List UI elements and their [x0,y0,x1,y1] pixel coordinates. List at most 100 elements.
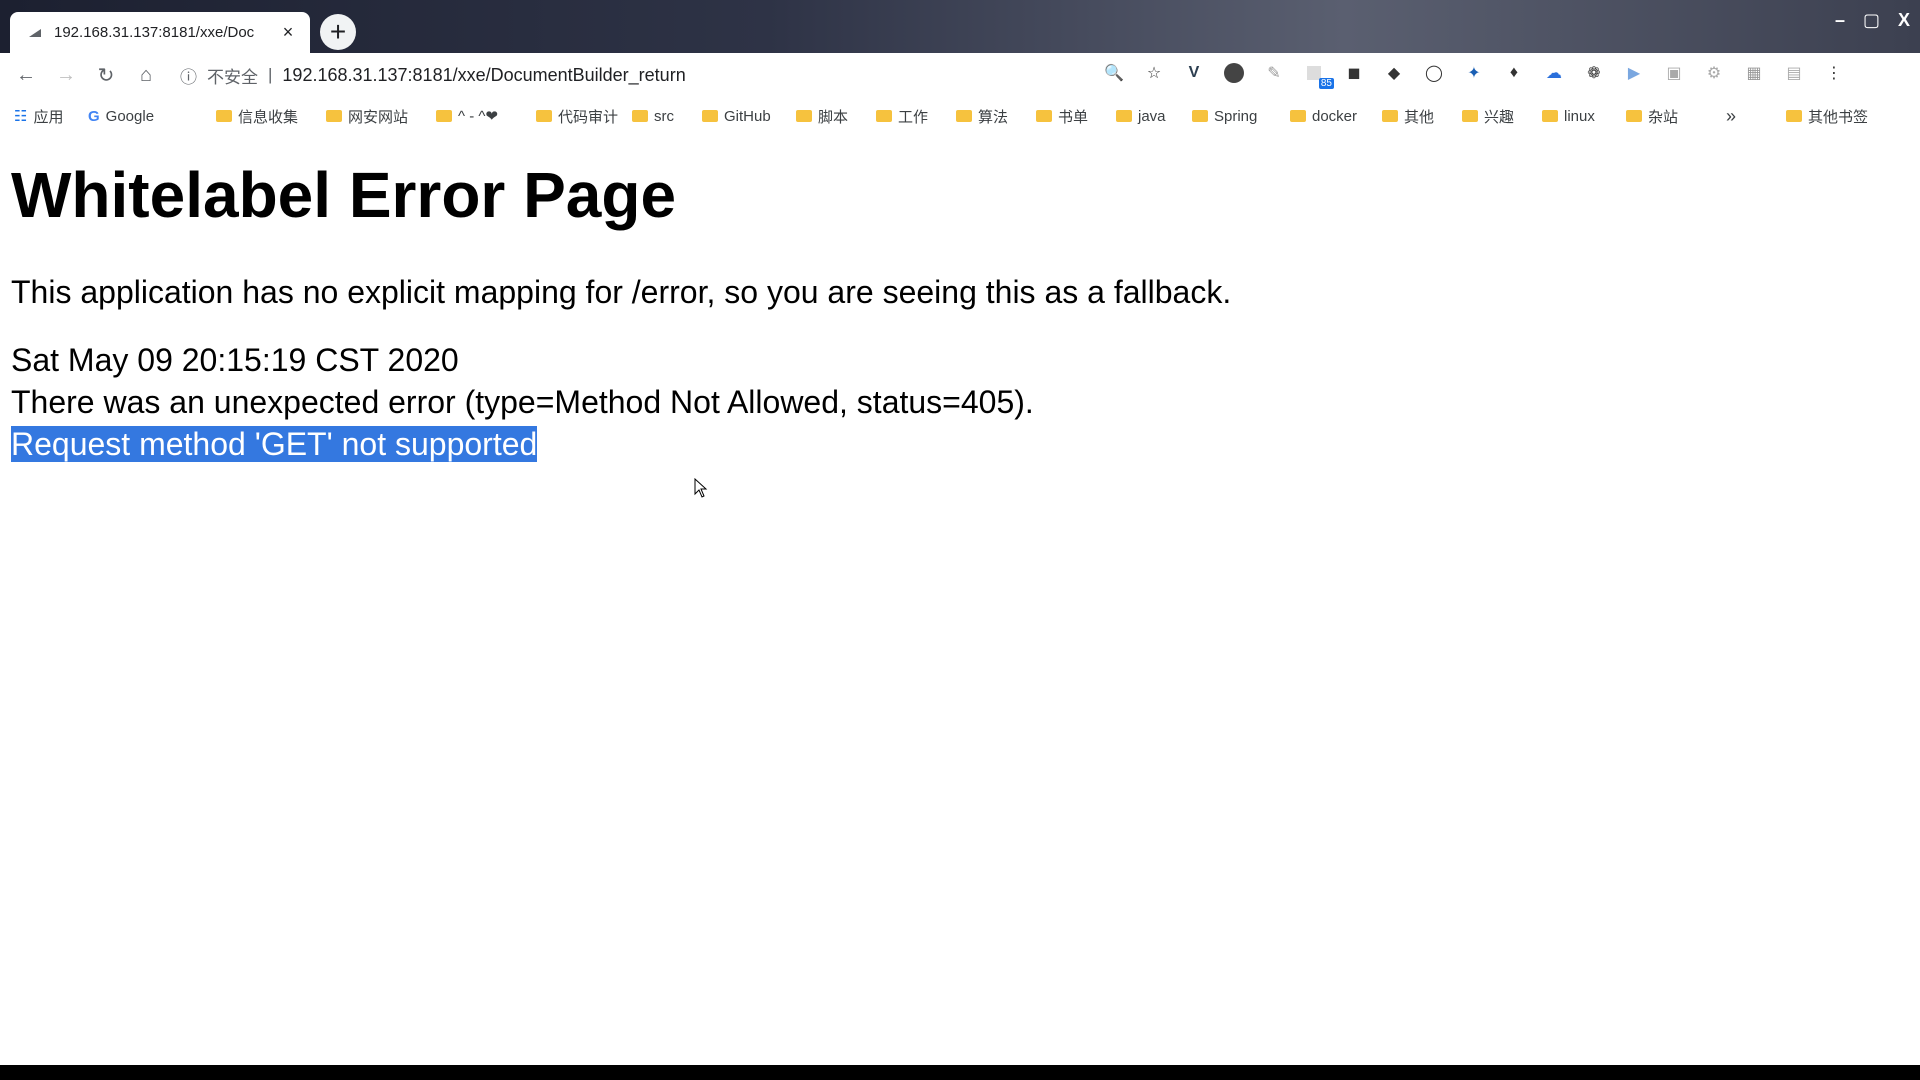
folder-icon [1382,110,1398,122]
info-icon[interactable]: ⓘ [180,63,197,88]
extension-badge: 85 [1318,78,1334,89]
bookmark-folder[interactable]: ^ - ^❤ [436,107,536,125]
bookmark-folder[interactable]: 书单 [1036,106,1116,127]
new-tab-button[interactable]: + [320,14,356,50]
tab-close-icon[interactable]: × [278,22,298,43]
browser-title-bar: 192.168.31.137:8181/xxe/Doc × + – ▢ X [0,0,1920,53]
bookmark-label: GitHub [724,107,771,125]
minimize-button[interactable]: – [1835,10,1845,31]
bookmark-apps[interactable]: ☷ 应用 [14,106,88,127]
bookmark-label: ^ - ^❤ [458,108,498,125]
other-bookmarks-label: 其他书签 [1808,108,1869,126]
browser-tab[interactable]: 192.168.31.137:8181/xxe/Doc × [10,12,310,53]
bookmark-label: Spring [1214,107,1258,125]
bookmark-label: 工作 [898,108,929,126]
reload-icon[interactable]: ↻ [86,57,126,93]
gear-extension-icon[interactable]: ⚙ [1700,59,1728,87]
maximize-button[interactable]: ▢ [1863,10,1880,31]
error-timestamp: Sat May 09 20:15:19 CST 2020 [11,341,459,378]
bookmarks-bar: ☷ 应用 G Google 信息收集 网安网站 ^ - ^❤ 代码审计 src … [0,97,1920,135]
forward-arrow-icon[interactable]: → [46,57,86,93]
bookmark-folder[interactable]: docker [1290,108,1382,125]
bookmark-folder[interactable]: linux [1542,108,1626,125]
play-extension-icon[interactable]: ▶ [1620,59,1648,87]
bookmarks-overflow-button[interactable]: » [1726,106,1786,127]
bookmark-folder[interactable]: 网安网站 [326,106,436,127]
security-label[interactable]: 不安全 [207,63,258,88]
tab-extension-icon[interactable]: ▤ [1780,59,1808,87]
bookmark-folder[interactable]: GitHub [702,108,796,125]
cube-extension-icon[interactable]: ◼ [1340,59,1368,87]
folder-icon [436,110,452,122]
error-type: There was an unexpected error (type=Meth… [11,383,1034,420]
bookmark-label: 网安网站 [348,108,409,126]
folder-icon [1462,110,1478,122]
dark-diamond-extension-icon[interactable]: ♦ [1500,59,1528,87]
bookmark-folder[interactable]: 脚本 [796,106,876,127]
apps-grid-icon: ☷ [14,108,28,125]
error-detail-selected: Request method 'GET' not supported [11,425,538,462]
bookmark-folder[interactable]: 信息收集 [216,106,326,127]
page-favicon-icon [26,24,44,42]
adblock-icon[interactable] [1220,59,1248,87]
diamond-extension-icon[interactable]: ◆ [1380,59,1408,87]
mouse-cursor-icon [694,478,708,498]
error-details: Sat May 09 20:15:19 CST 2020 There was a… [11,339,1920,465]
puzzle-extension-icon[interactable]: ▣ [1660,59,1688,87]
bookmark-label: 脚本 [818,108,849,126]
bookmark-label: 杂站 [1648,108,1679,126]
browser-toolbar: ← → ↻ ⌂ ⓘ 不安全 | 🔍 ☆ V ✎ 85 ◼ ◆ ◯ ✦ ♦ ☁ ❁… [0,53,1920,97]
folder-icon [1290,110,1306,122]
cloud-extension-icon[interactable]: ☁ [1540,59,1568,87]
bookmark-folder[interactable]: Spring [1192,108,1290,125]
menu-kebab-icon[interactable]: ⋮ [1820,59,1848,87]
folder-icon [632,110,648,122]
folder-icon [1542,110,1558,122]
bookmark-label: Google [105,107,155,125]
folder-icon [1626,110,1642,122]
grid-extension-icon[interactable]: ▦ [1740,59,1768,87]
error-message: This application has no explicit mapping… [11,273,1232,310]
folder-icon [956,110,972,122]
vue-devtools-icon[interactable]: V [1180,59,1208,87]
bookmark-star-icon[interactable]: ☆ [1140,59,1168,87]
separator: | [268,65,273,84]
folder-icon [1116,110,1132,122]
bookmark-label: 兴趣 [1484,108,1515,126]
bookmark-label: java [1138,107,1166,125]
bookmark-folder[interactable]: 兴趣 [1462,106,1542,127]
folder-icon [1786,110,1802,122]
folder-icon [876,110,892,122]
other-bookmarks[interactable]: 其他书签 [1786,106,1868,127]
home-icon[interactable]: ⌂ [126,57,166,93]
bookmark-google[interactable]: G Google [88,108,216,125]
bookmark-folder[interactable]: src [632,108,702,125]
pocket-icon[interactable]: ◯ [1420,59,1448,87]
close-window-button[interactable]: X [1898,10,1910,31]
bookmark-folder[interactable]: 杂站 [1626,106,1726,127]
page-content: Whitelabel Error Page This application h… [0,135,1920,1065]
folder-icon [796,110,812,122]
bookmark-label: 代码审计 [558,108,619,126]
extension-icons: 🔍 ☆ V ✎ 85 ◼ ◆ ◯ ✦ ♦ ☁ ❁ ▶ ▣ ⚙ ▦ ▤ ⋮ [1100,59,1848,89]
folder-icon [536,110,552,122]
bookmark-folder[interactable]: 代码审计 [536,106,632,127]
bookmark-label: src [654,107,674,125]
folder-icon [326,110,342,122]
counter-extension-icon[interactable]: 85 [1300,59,1334,89]
folder-icon [1192,110,1208,122]
bookmark-label: 算法 [978,108,1009,126]
bookmark-label: docker [1312,107,1358,125]
bookmark-folder[interactable]: 算法 [956,106,1036,127]
bookmark-folder[interactable]: java [1116,108,1192,125]
bookmark-folder[interactable]: 工作 [876,106,956,127]
translate-extension-icon[interactable]: ✎ [1260,59,1288,87]
bird-extension-icon[interactable]: ✦ [1460,59,1488,87]
back-arrow-icon[interactable]: ← [6,57,46,93]
bookmark-label: 应用 [33,108,64,126]
swirl-extension-icon[interactable]: ❁ [1580,59,1608,87]
address-bar[interactable]: ⓘ 不安全 | [180,57,1080,93]
url-input[interactable] [282,64,883,86]
zoom-icon[interactable]: 🔍 [1100,59,1128,87]
bookmark-folder[interactable]: 其他 [1382,106,1462,127]
